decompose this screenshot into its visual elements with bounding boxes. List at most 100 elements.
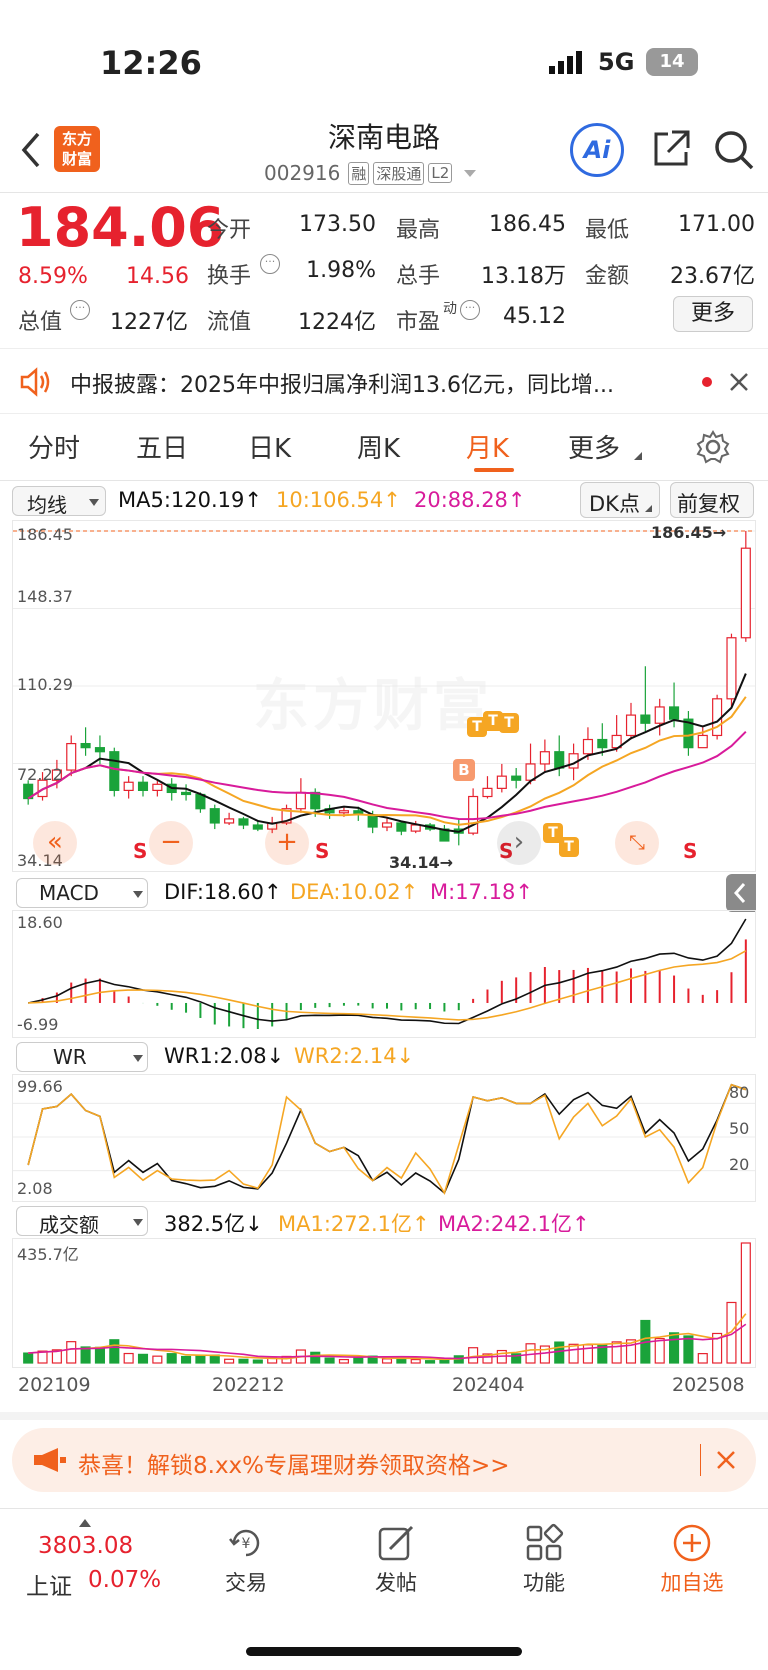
volume-select[interactable]: 成交额: [16, 1206, 148, 1237]
adjust-button-label: 前复权: [677, 492, 740, 516]
tab-more[interactable]: 更多: [568, 428, 620, 465]
volume-value: 13.18万: [481, 264, 566, 289]
volume-value: 382.5亿↓: [164, 1212, 263, 1236]
index-name[interactable]: 上证: [26, 1567, 72, 1601]
candle: [94, 747, 105, 753]
tab-daily-k[interactable]: 日K: [248, 428, 291, 465]
low-label: 最低: [585, 218, 630, 243]
zoom-out-icon[interactable]: −: [149, 821, 193, 865]
settings-icon[interactable]: [696, 430, 730, 464]
candle: [482, 787, 493, 798]
macd-axis-bottom: -6.99: [17, 1015, 59, 1034]
s-signal: S: [315, 839, 330, 863]
nav-functions[interactable]: 功能: [494, 1567, 594, 1597]
volume-bar: [181, 1355, 192, 1364]
candle: [640, 714, 651, 724]
tab-weekly-k[interactable]: 周K: [357, 428, 400, 465]
promo-text: 恭喜！解锁8.xx%专属理财券领取资格>>: [78, 1453, 510, 1479]
wr2-line: [27, 1083, 747, 1195]
volume-bar: [224, 1358, 235, 1364]
t-signal-badge[interactable]: T: [499, 713, 519, 733]
ma-select[interactable]: 均线: [12, 486, 106, 517]
index-change[interactable]: 0.07%: [88, 1567, 161, 1593]
info-icon[interactable]: ···: [460, 300, 480, 320]
ai-button[interactable]: Ai: [570, 123, 624, 177]
notice-bar[interactable]: 中报披露：2025年中报归属净利润13.6亿元，同比增...: [0, 348, 768, 414]
index-value[interactable]: 3803.08: [38, 1533, 133, 1559]
date-label-2: 202212: [212, 1374, 285, 1396]
scroll-right-icon[interactable]: ›: [497, 821, 541, 865]
more-button[interactable]: 更多: [673, 296, 753, 332]
float-label: 流值: [207, 310, 252, 335]
pe-label: 市盈: [396, 310, 441, 335]
promo-banner[interactable]: 恭喜！解锁8.xx%专属理财券领取资格>>: [12, 1428, 756, 1492]
tab-active-underline: [474, 468, 514, 472]
network-label: 5G: [598, 48, 635, 76]
add-circle-icon[interactable]: [672, 1523, 712, 1563]
grid-icon[interactable]: [524, 1523, 564, 1563]
info-icon[interactable]: ···: [70, 300, 90, 320]
trade-icon[interactable]: ¥: [226, 1523, 266, 1563]
ma-select-label: 均线: [27, 493, 67, 517]
share-icon[interactable]: [650, 128, 692, 170]
wr-chart[interactable]: 99.66 2.08 80 50 20: [12, 1074, 756, 1202]
wr-select[interactable]: WR: [16, 1042, 148, 1072]
turnover-label: 换手: [207, 264, 252, 289]
info-icon[interactable]: ···: [260, 254, 280, 274]
date-label-1: 202109: [18, 1374, 91, 1396]
volume-bar: [94, 1346, 105, 1364]
ma20-line: [27, 730, 747, 821]
nav-trade[interactable]: 交易: [196, 1567, 296, 1597]
unread-dot: [702, 377, 712, 387]
axis-label-4: 72.22: [17, 765, 63, 784]
scroll-left-icon[interactable]: «: [33, 821, 77, 865]
collapse-panel-button[interactable]: [726, 874, 756, 912]
search-icon[interactable]: [712, 128, 756, 172]
volume-chart[interactable]: 435.7亿: [12, 1238, 756, 1368]
wr-ref-20: 20: [729, 1155, 750, 1174]
tag-connect: 深股通: [373, 161, 425, 185]
volume-bar: [396, 1358, 407, 1364]
t-signal-badge[interactable]: T: [559, 837, 579, 857]
buy-signal-badge[interactable]: B: [453, 759, 475, 781]
post-icon[interactable]: [376, 1523, 416, 1563]
candle: [396, 822, 407, 832]
adjust-button[interactable]: 前复权: [670, 482, 754, 518]
wr1-line: [27, 1083, 747, 1195]
close-icon[interactable]: [716, 1450, 736, 1470]
candle: [726, 637, 737, 700]
tab-five-day[interactable]: 五日: [136, 428, 188, 465]
candle: [367, 814, 378, 828]
high-value: 186.45: [489, 212, 566, 237]
mktcap-label: 总值: [18, 310, 63, 335]
axis-label-2: 148.37: [17, 587, 73, 606]
wr1-legend: WR1:2.08↓: [164, 1044, 285, 1068]
stock-subtitle[interactable]: 002916 融 深股通 L2: [264, 160, 477, 186]
dk-button[interactable]: DK点: [580, 482, 660, 518]
volume-bar: [697, 1353, 708, 1364]
svg-text:¥: ¥: [242, 1536, 251, 1552]
kline-chart[interactable]: 东方财富 186.45 148.37 110.29 72.22 34.14 18…: [12, 520, 756, 872]
amount-value: 23.67亿: [670, 264, 755, 289]
signal-icon: [549, 50, 589, 76]
candle: [697, 734, 708, 749]
candle: [252, 824, 263, 830]
macd-chart[interactable]: 18.60 -6.99: [12, 910, 756, 1038]
volume-label: 总手: [396, 264, 441, 289]
dk-button-label: DK点: [589, 492, 640, 516]
zoom-in-icon[interactable]: +: [265, 821, 309, 865]
tab-intraday[interactable]: 分时: [28, 428, 80, 465]
close-icon[interactable]: [728, 371, 750, 393]
macd-select[interactable]: MACD: [16, 878, 148, 908]
tab-monthly-k[interactable]: 月K: [466, 428, 509, 465]
chevron-down-icon: [133, 1055, 143, 1062]
nav-add-watchlist[interactable]: 加自选: [642, 1567, 742, 1597]
tag-margin: 融: [348, 161, 370, 185]
current-price: 184.06: [16, 196, 225, 259]
fullscreen-icon[interactable]: ⤡: [615, 821, 659, 865]
candle: [654, 706, 665, 724]
s-signal: S: [683, 839, 698, 863]
candle: [209, 808, 220, 824]
volume-bar: [252, 1359, 263, 1364]
nav-post[interactable]: 发帖: [346, 1567, 446, 1597]
